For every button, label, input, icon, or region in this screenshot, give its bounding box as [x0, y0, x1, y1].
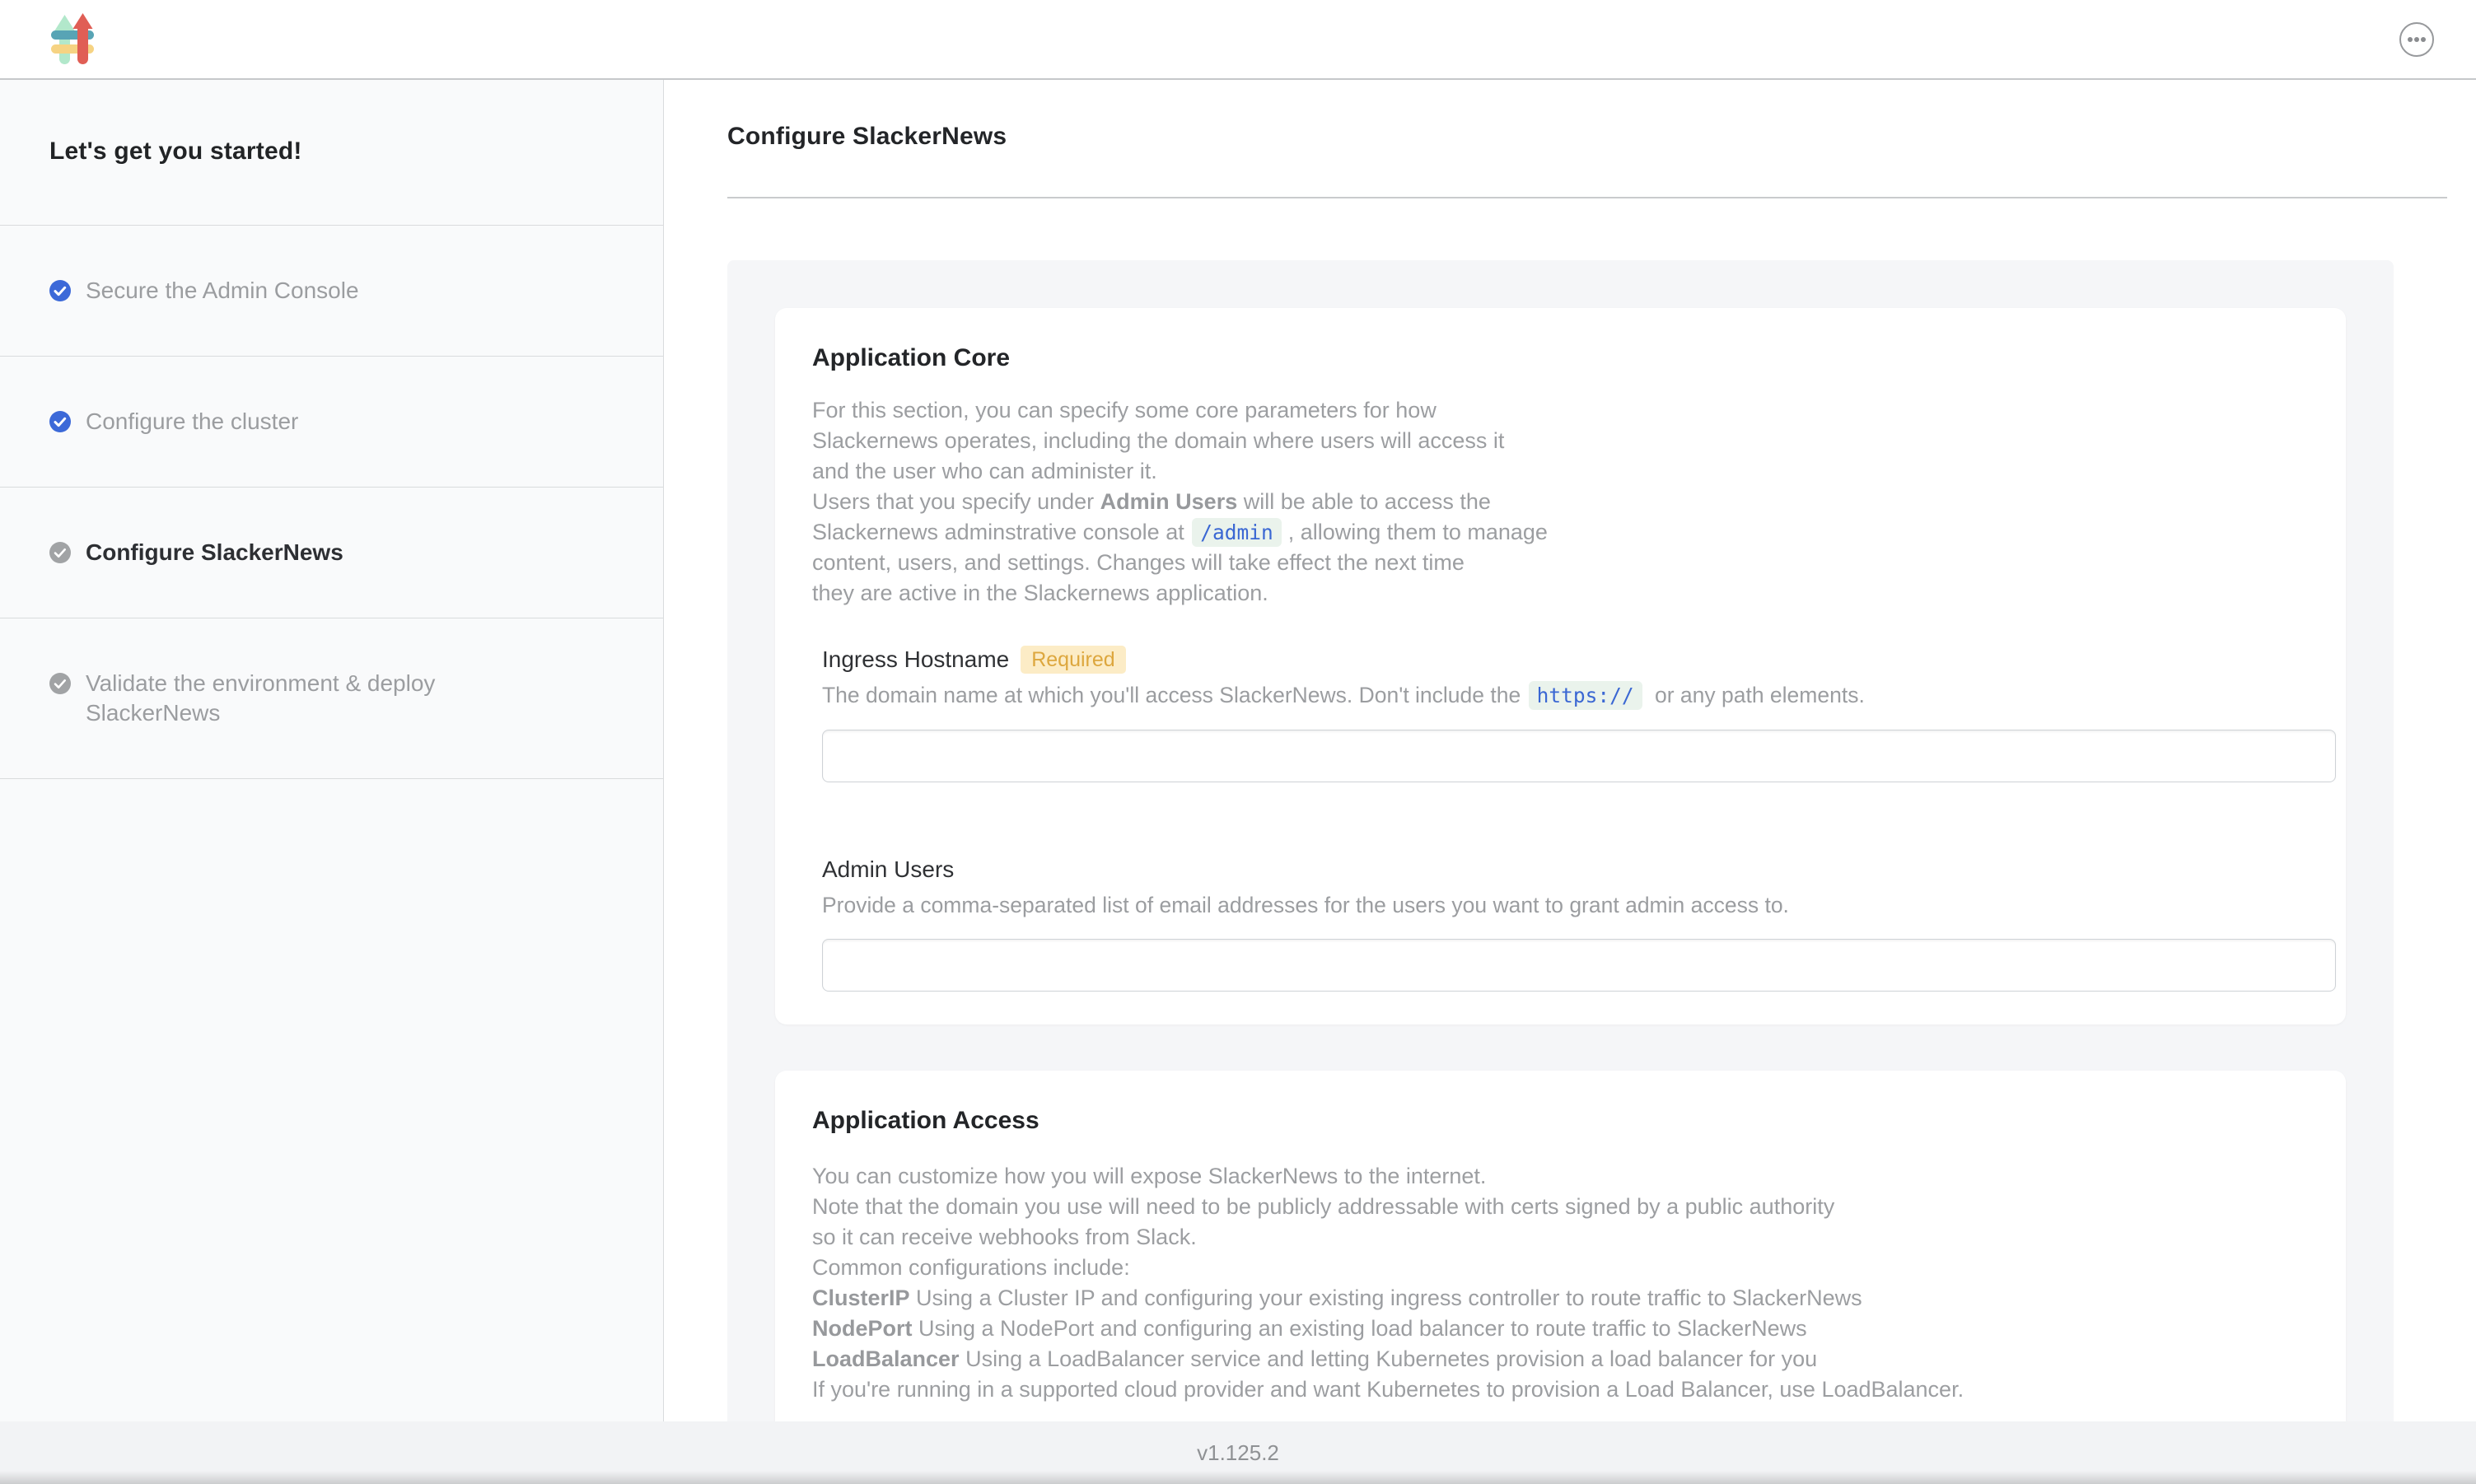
slackernews-logo-icon: [51, 13, 95, 66]
desc-text: Using a NodePort and configuring an exis…: [913, 1316, 1807, 1341]
desc-text: , allowing them to manage: [1288, 520, 1548, 544]
https-code-chip: https://: [1529, 681, 1642, 710]
desc-line: Note that the domain you use will need t…: [812, 1192, 2309, 1222]
admin-users-help: Provide a comma-separated list of email …: [822, 891, 2336, 919]
sidebar-step-secure-admin-console[interactable]: Secure the Admin Console: [0, 226, 663, 357]
title-divider: [727, 197, 2447, 198]
desc-line: Common configurations include:: [812, 1253, 2309, 1283]
desc-line: ClusterIP Using a Cluster IP and configu…: [812, 1283, 2309, 1314]
card-description: For this section, you can specify some c…: [812, 395, 2309, 609]
desc-line: Slackernews adminstrative console at /ad…: [812, 517, 2309, 548]
step-label: Configure SlackerNews: [86, 538, 343, 567]
desc-bold-text: LoadBalancer: [812, 1346, 960, 1371]
page-title: Configure SlackerNews: [727, 123, 2476, 151]
check-circle-icon: [49, 411, 71, 432]
sidebar-title: Let's get you started!: [0, 80, 663, 226]
field-label-row: Ingress Hostname Required: [822, 645, 2336, 674]
step-label: Validate the environment & deploy Slacke…: [86, 669, 547, 728]
ingress-hostname-field-group: Ingress Hostname Required The domain nam…: [822, 645, 2336, 782]
ingress-hostname-help: The domain name at which you'll access S…: [822, 681, 2336, 710]
desc-text: Users that you specify under: [812, 489, 1100, 514]
check-circle-icon-gray: [49, 673, 71, 694]
desc-bold-text: ClusterIP: [812, 1286, 910, 1310]
version-label: v1.125.2: [1197, 1440, 1279, 1466]
step-label: Configure the cluster: [86, 407, 298, 436]
desc-line: If you're running in a supported cloud p…: [812, 1374, 2309, 1405]
more-options-button[interactable]: [2399, 21, 2435, 58]
desc-bold-text: Admin Users: [1100, 489, 1238, 514]
step-label: Secure the Admin Console: [86, 276, 359, 306]
required-badge: Required: [1021, 646, 1125, 674]
admin-users-input[interactable]: [822, 939, 2336, 992]
desc-line: so it can receive webhooks from Slack.: [812, 1222, 2309, 1253]
top-bar: [0, 0, 2476, 80]
check-circle-icon: [49, 280, 71, 301]
desc-line: and the user who can administer it.: [812, 456, 2309, 487]
desc-bold-text: NodePort: [812, 1316, 913, 1341]
application-access-card: Application Access You can customize how…: [775, 1071, 2346, 1421]
desc-text: Using a Cluster IP and configuring your …: [910, 1286, 1862, 1310]
card-title: Application Core: [812, 341, 2309, 376]
ellipsis-circle-icon: [2399, 21, 2435, 58]
desc-line: content, users, and settings. Changes wi…: [812, 548, 2309, 578]
admin-path-code-chip: /admin: [1192, 518, 1282, 547]
card-description: You can customize how you will expose Sl…: [812, 1161, 2309, 1405]
page-body: Let's get you started! Secure the Admin …: [0, 80, 2476, 1421]
desc-text: will be able to access the: [1237, 489, 1491, 514]
desc-line: You can customize how you will expose Sl…: [812, 1161, 2309, 1192]
card-title: Application Access: [812, 1104, 2309, 1138]
help-text: or any path elements.: [1649, 683, 1865, 707]
help-text: The domain name at which you'll access S…: [822, 683, 1527, 707]
desc-text: Using a LoadBalancer service and letting…: [960, 1346, 1818, 1371]
desc-line: LoadBalancer Using a LoadBalancer servic…: [812, 1344, 2309, 1374]
desc-line: NodePort Using a NodePort and configurin…: [812, 1314, 2309, 1344]
app-footer: v1.125.2: [0, 1421, 2476, 1484]
sidebar-step-configure-slackernews[interactable]: Configure SlackerNews: [0, 488, 663, 618]
desc-line: Slackernews operates, including the doma…: [812, 426, 2309, 456]
admin-users-field-group: Admin Users Provide a comma-separated li…: [822, 855, 2336, 992]
admin-users-label: Admin Users: [822, 855, 954, 884]
app-window: Let's get you started! Secure the Admin …: [0, 0, 2476, 1484]
field-label-row: Admin Users: [822, 855, 2336, 884]
desc-line: Users that you specify under Admin Users…: [812, 487, 2309, 517]
sidebar-step-configure-cluster[interactable]: Configure the cluster: [0, 357, 663, 488]
config-main-panel: Configure SlackerNews Application Core F…: [664, 80, 2476, 1421]
config-form-area: Application Core For this section, you c…: [727, 260, 2394, 1421]
sidebar-step-validate-deploy[interactable]: Validate the environment & deploy Slacke…: [0, 618, 663, 779]
check-circle-icon-gray: [49, 542, 71, 563]
ingress-hostname-input[interactable]: [822, 730, 2336, 782]
desc-text: Slackernews adminstrative console at: [812, 520, 1190, 544]
ingress-hostname-label: Ingress Hostname: [822, 645, 1009, 674]
desc-line: For this section, you can specify some c…: [812, 395, 2309, 426]
desc-line: they are active in the Slackernews appli…: [812, 578, 2309, 609]
application-core-card: Application Core For this section, you c…: [775, 308, 2346, 1024]
setup-steps-sidebar: Let's get you started! Secure the Admin …: [0, 80, 664, 1421]
